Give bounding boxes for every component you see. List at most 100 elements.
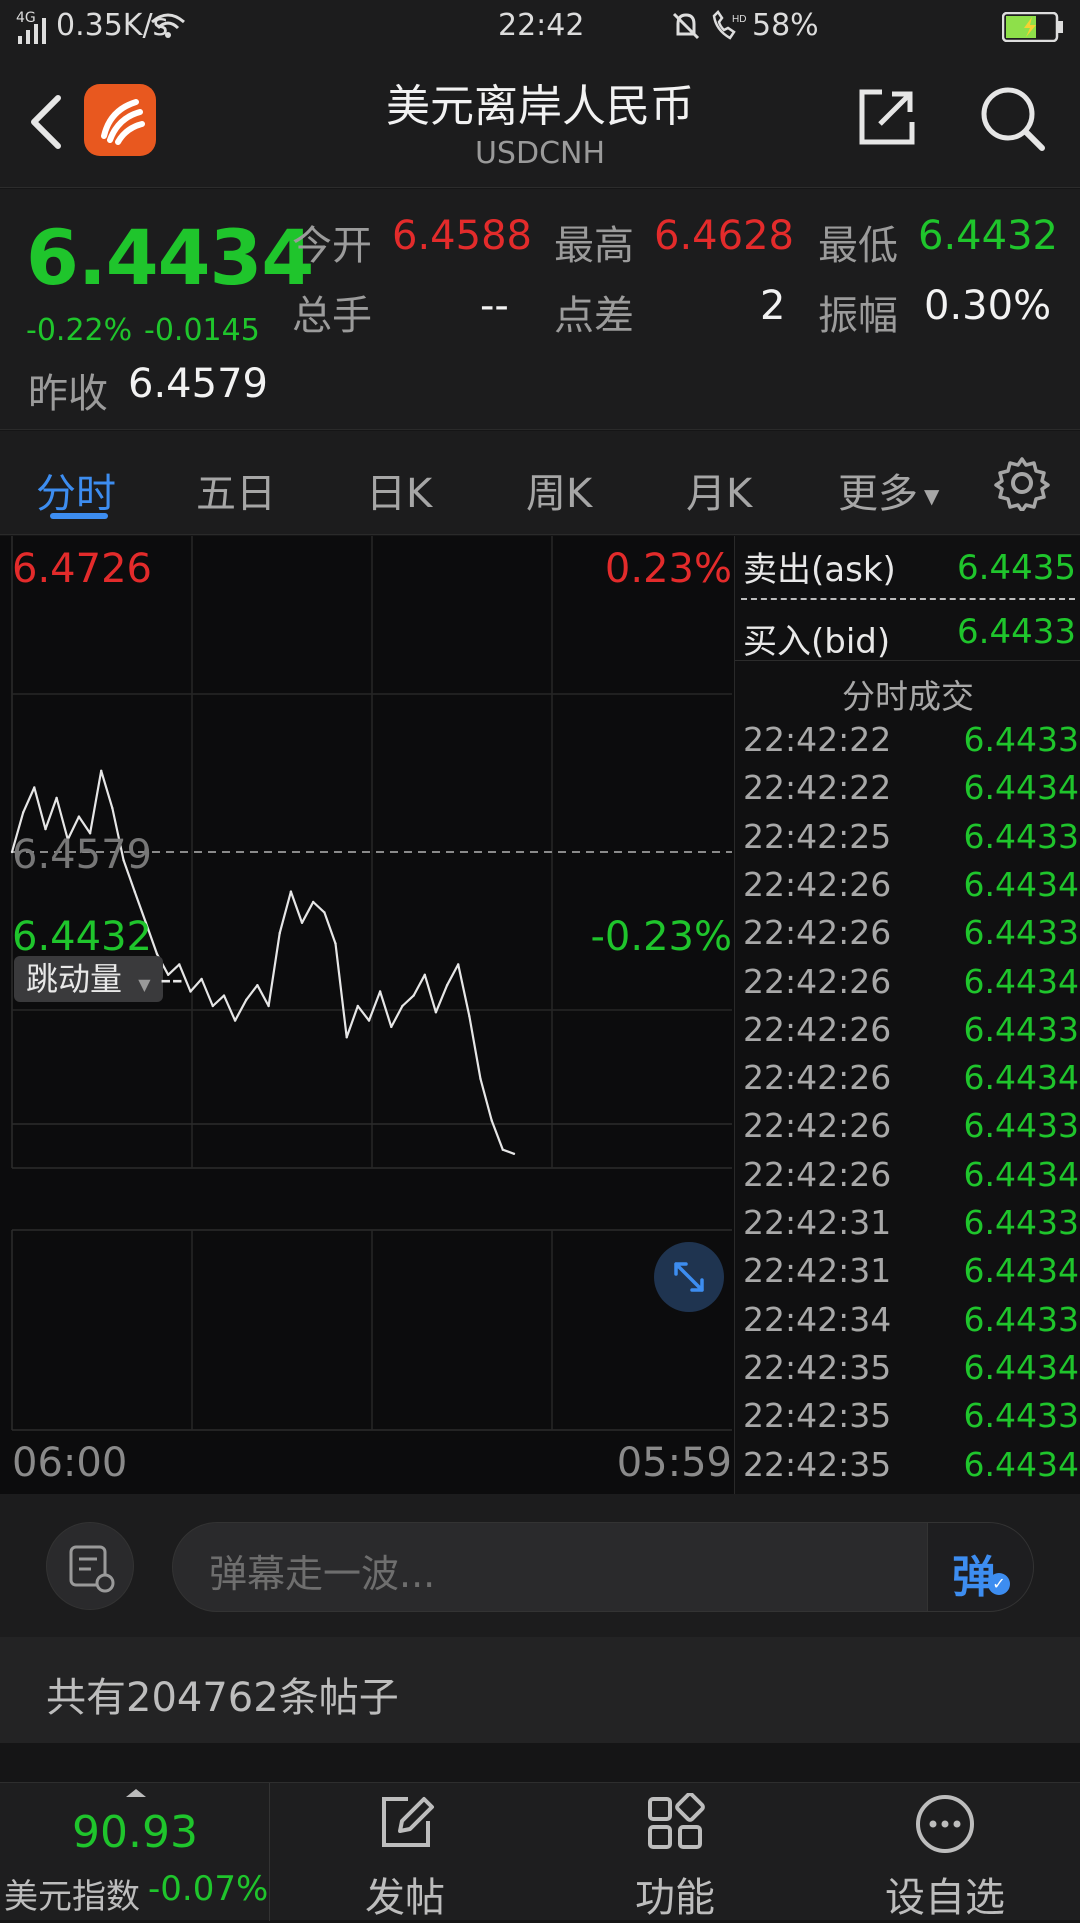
volume-selector-value: --: [160, 960, 184, 998]
page-subtitle: USDCNH: [474, 136, 606, 171]
signal-icon: [18, 18, 46, 44]
tick-time: 22:42:35: [743, 1396, 892, 1436]
change-percent: -0.22%: [26, 313, 133, 348]
tick-price: 6.4433: [963, 816, 1079, 856]
danmaku-bar: 弹幕走一波... 弹 ✓: [0, 1494, 1080, 1637]
period-tabs: 分时 五日 日K 周K 月K 更多 ▼: [0, 431, 1080, 535]
clock: 22:42: [498, 8, 585, 43]
reference-price-label: 6.4579: [12, 832, 152, 878]
price-point: [468, 1015, 471, 1018]
posts-count-text: 共有204762条帖子: [46, 1675, 399, 1721]
tick-list[interactable]: 22:42:22 6.4433 22:42:22 6.4434 22:42:25 6.44…: [735, 720, 1080, 1494]
danmaku-input[interactable]: 弹幕走一波... 弹 ✓: [172, 1522, 1034, 1612]
tab-intraday[interactable]: 分时: [36, 461, 116, 519]
tab-month-k[interactable]: 月K: [686, 461, 752, 519]
tick-time: 22:42:26: [743, 1009, 892, 1049]
add-watchlist-button[interactable]: 设自选: [870, 1783, 1020, 1921]
price-point: [434, 1011, 438, 1014]
nav-bar: 美元离岸人民币 USDCNH: [0, 56, 1080, 188]
price-point: [345, 1036, 348, 1039]
more-circle-icon: [916, 1795, 974, 1853]
chevron-left-icon[interactable]: [26, 94, 66, 150]
gear-icon[interactable]: [994, 455, 1050, 511]
amplitude-label: 振幅: [818, 293, 898, 339]
price-point: [300, 921, 304, 924]
tick-price: 6.4433: [963, 1203, 1079, 1242]
posts-count-bar[interactable]: 共有204762条帖子: [0, 1637, 1080, 1743]
price-point: [278, 932, 281, 935]
post-button[interactable]: 发帖: [340, 1783, 470, 1921]
tick-price: 6.4433: [963, 913, 1079, 953]
change-value: -0.0145: [144, 313, 260, 348]
volume-selector[interactable]: 跳动量 ▼: [14, 956, 163, 1002]
battery-percent: 58%: [752, 8, 819, 43]
price-point: [111, 807, 114, 810]
tick-time: 22:42:26: [743, 913, 892, 953]
dollar-index-widget[interactable]: 90.93 美元指数 -0.07%: [0, 1783, 270, 1921]
price-point: [100, 769, 103, 772]
tick-time: 22:42:31: [743, 1203, 892, 1242]
ask-price: 6.4435: [957, 548, 1076, 588]
bid-label: 买入(bid): [743, 622, 891, 662]
price-point: [44, 827, 47, 831]
price-point: [77, 815, 81, 818]
price-point: [445, 984, 449, 987]
tick-row: 22:42:26 6.4434: [743, 865, 1079, 913]
low-label: 最低: [818, 223, 898, 269]
volume-selector-label: 跳动量: [26, 960, 123, 998]
function-button[interactable]: 功能: [610, 1783, 740, 1921]
tick-time: 22:42:25: [743, 816, 892, 856]
ask-label: 卖出(ask): [743, 550, 896, 590]
logo-icon: [101, 99, 145, 145]
share-icon[interactable]: [856, 86, 918, 148]
price-point: [211, 1004, 214, 1008]
tick-time: 22:42:35: [743, 1444, 892, 1484]
price-point: [33, 786, 36, 789]
y-axis-top-percent: 0.23%: [604, 546, 732, 592]
hd-call-icon: HD: [712, 10, 746, 40]
tick-time: 22:42:26: [743, 961, 892, 1001]
price-point: [479, 1077, 482, 1081]
open-label: 今开: [292, 223, 372, 269]
tick-time: 22:42:22: [743, 720, 892, 759]
intraday-chart[interactable]: 6.4726 0.23% 6.4579 6.4432 -0.23% 跳动量 ▼ …: [0, 536, 734, 1494]
tick-price: 6.4434: [963, 1251, 1079, 1291]
price-point: [245, 998, 248, 1001]
x-axis-end-label: 05:59: [616, 1440, 732, 1486]
tick-row: 22:42:26 6.4433: [743, 913, 1079, 961]
amplitude-value: 0.30%: [924, 283, 1052, 329]
open-value: 6.4588: [392, 213, 532, 259]
tab-five-day[interactable]: 五日: [196, 461, 276, 519]
tick-time: 22:42:22: [743, 768, 892, 808]
tick-row: 22:42:26 6.4434: [743, 1058, 1079, 1106]
tick-row: 22:42:31 6.4434: [743, 1251, 1079, 1299]
price-point: [289, 890, 293, 893]
last-price: 6.4434: [26, 213, 314, 302]
tab-week-k[interactable]: 周K: [526, 461, 592, 519]
tick-price: 6.4434: [963, 961, 1079, 1001]
price-point: [233, 1019, 237, 1022]
price-point: [267, 1004, 270, 1008]
price-point: [189, 990, 192, 993]
price-point: [133, 890, 136, 893]
danmaku-send-label: 弹: [952, 1552, 996, 1603]
price-point: [367, 1019, 371, 1022]
search-icon[interactable]: [978, 84, 1048, 154]
tab-more-label: 更多: [838, 471, 918, 517]
tick-time: 22:42:34: [743, 1299, 892, 1339]
danmaku-settings-button[interactable]: [46, 1522, 134, 1610]
price-point: [390, 1025, 393, 1029]
caret-down-icon: ▼: [138, 975, 151, 994]
tab-day-k[interactable]: 日K: [366, 461, 432, 519]
tick-time: 22:42:26: [743, 1058, 892, 1098]
price-point: [22, 811, 25, 814]
volume-label: 总手: [292, 293, 372, 339]
price-point: [334, 942, 337, 945]
status-bar: 4G 0.35K/s 22:42 HD 58%: [0, 0, 1080, 56]
expand-button[interactable]: [654, 1242, 724, 1312]
danmaku-send-button[interactable]: 弹 ✓: [927, 1523, 1033, 1611]
divider: [735, 660, 1080, 661]
tab-more[interactable]: 更多 ▼: [838, 461, 939, 519]
tick-price: 6.4433: [963, 1396, 1079, 1436]
caret-up-icon: [126, 1789, 146, 1797]
